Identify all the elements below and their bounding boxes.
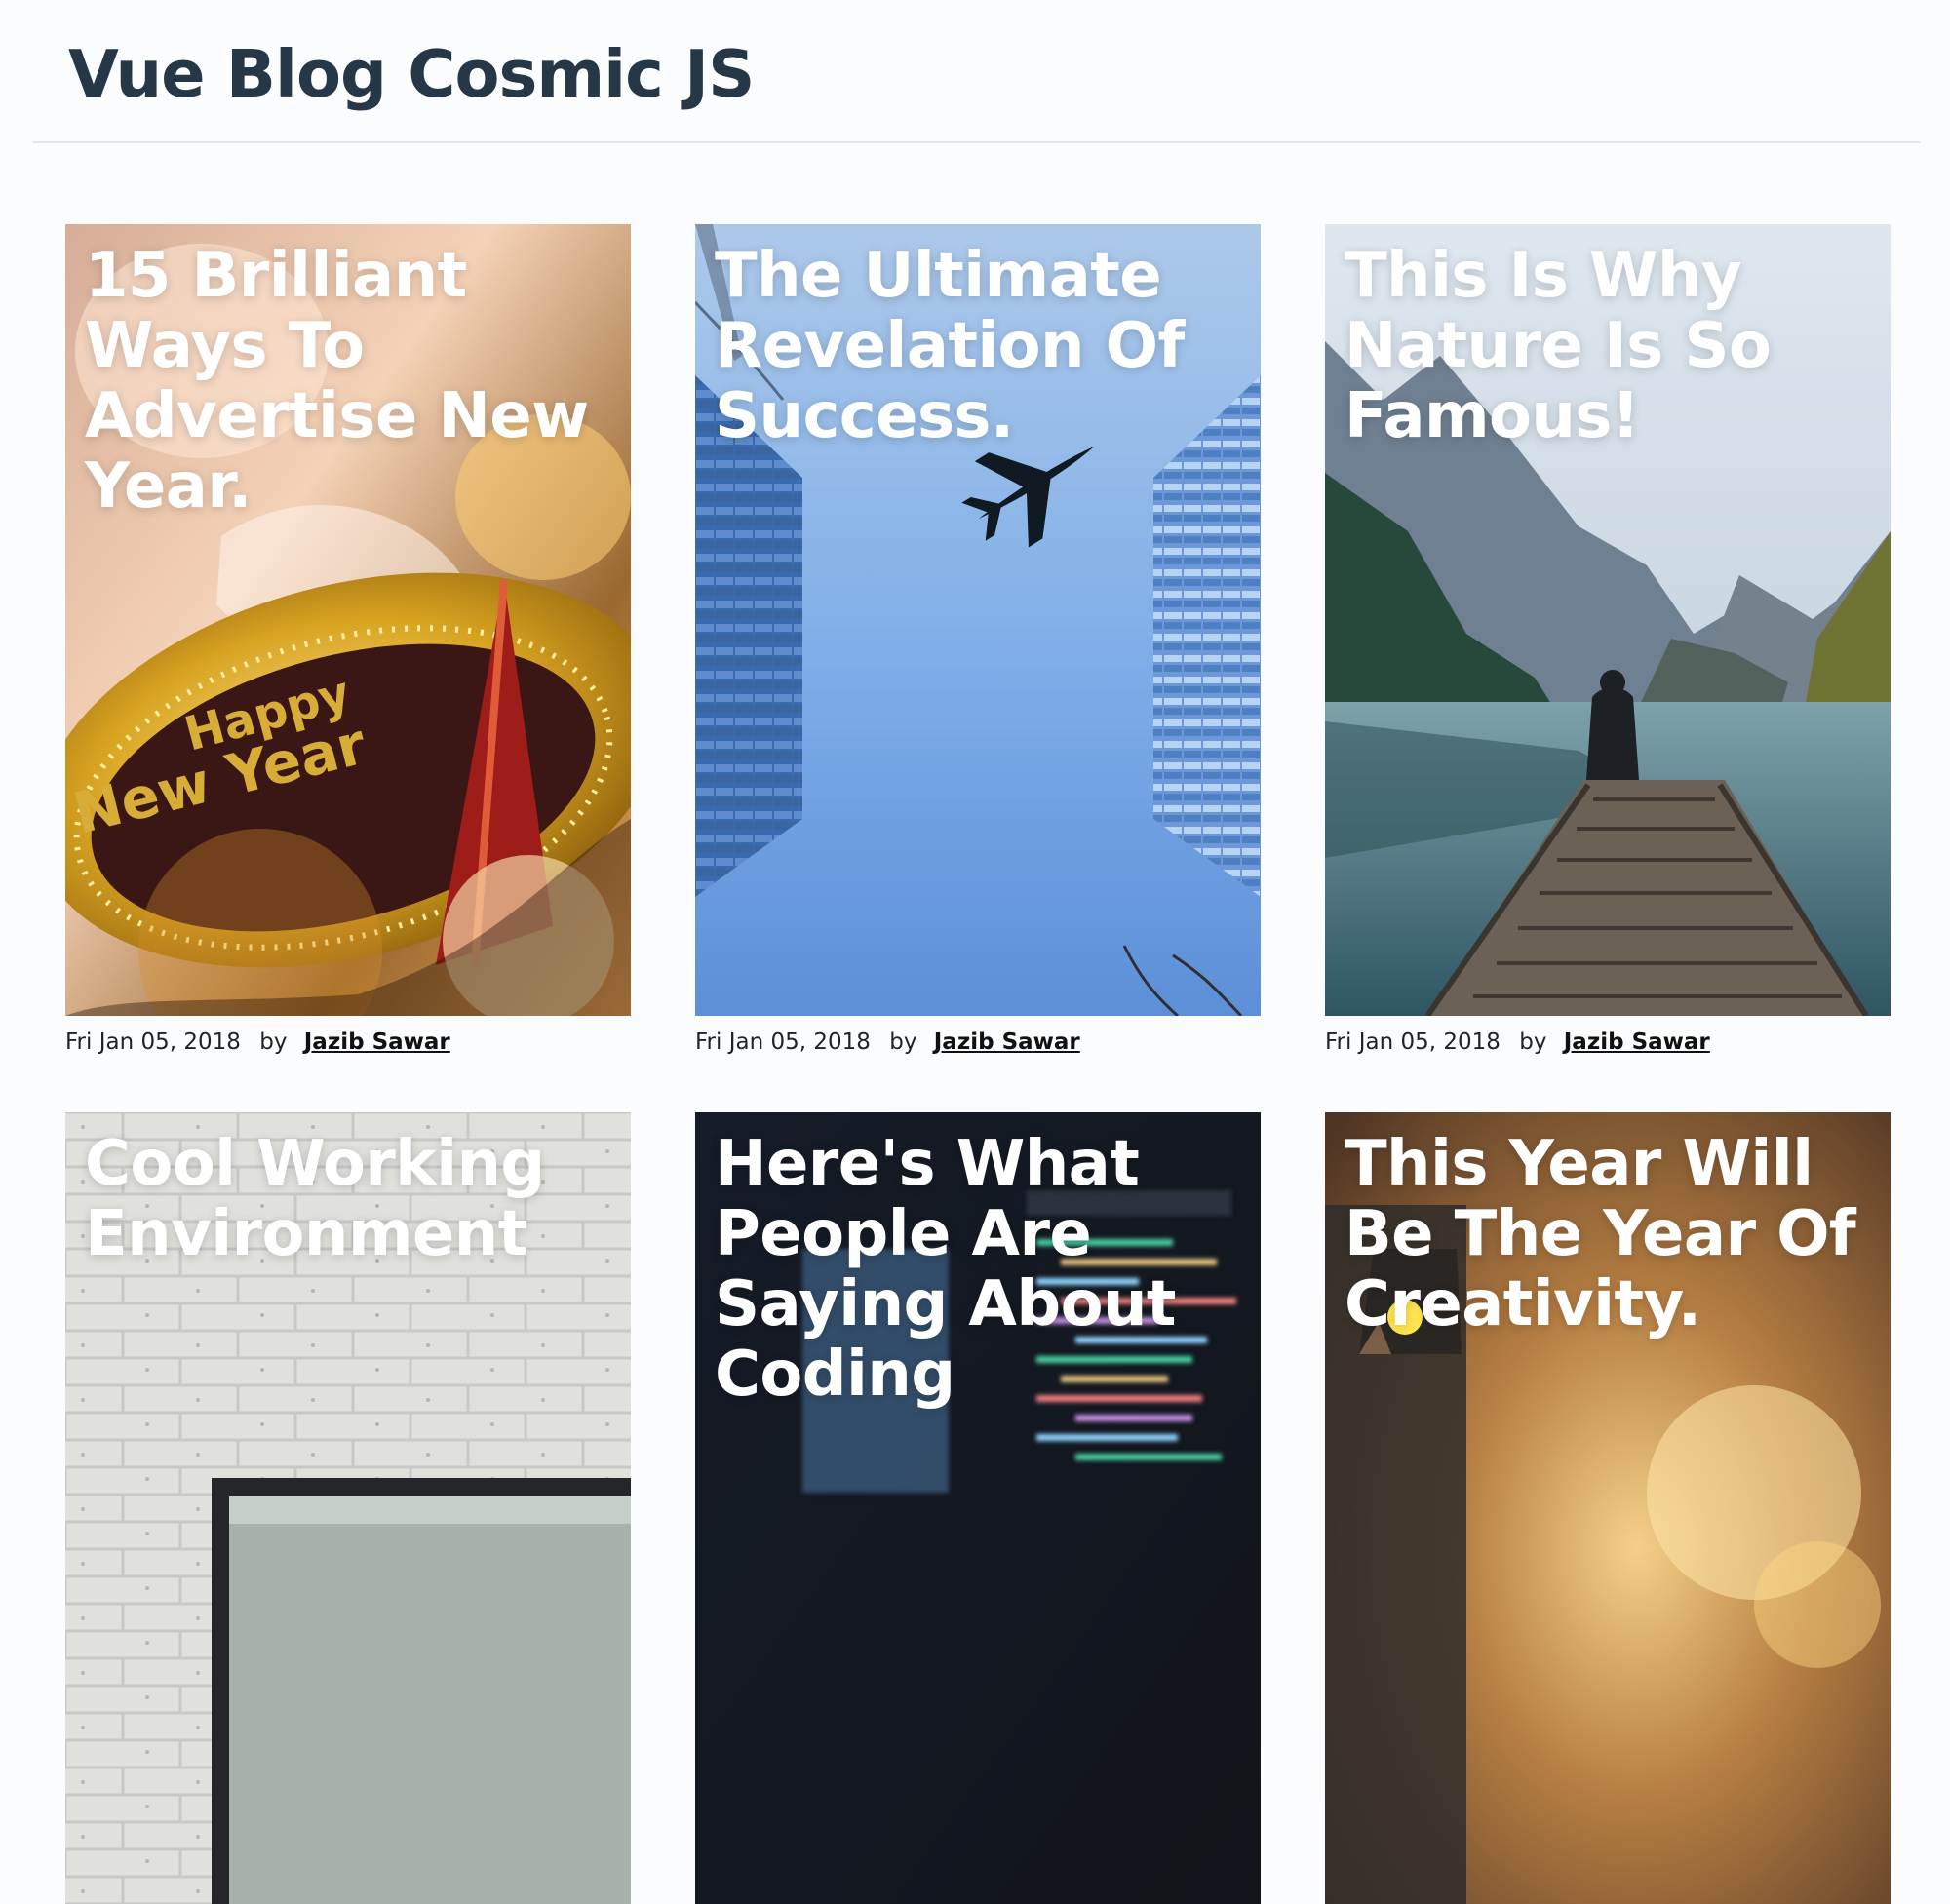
post-meta: Fri Jan 05, 2018 by Jazib Sawar	[65, 1029, 631, 1056]
author-link[interactable]: Jazib Sawar	[1564, 1030, 1710, 1055]
post-title[interactable]: Cool Working Environment	[85, 1129, 611, 1269]
post-thumbnail-link[interactable]: This Year Will Be The Year Of Creativity…	[1325, 1112, 1891, 1904]
post-meta: Fri Jan 05, 2018 by Jazib Sawar	[695, 1029, 1261, 1056]
post-date: Fri Jan 05, 2018	[695, 1030, 871, 1055]
post-card: This Is Why Nature Is So Famous! Fri Jan…	[1325, 224, 1891, 1056]
author-link[interactable]: Jazib Sawar	[304, 1030, 450, 1055]
site-header: Vue Blog Cosmic JS	[33, 0, 1921, 143]
post-title[interactable]: 15 Brilliant Ways To Advertise New Year.	[85, 241, 611, 522]
post-thumbnail-link[interactable]: This Is Why Nature Is So Famous!	[1325, 224, 1891, 1016]
post-card: Here's What People Are Saying About Codi…	[695, 1112, 1261, 1904]
post-title[interactable]: The Ultimate Revelation Of Success.	[715, 241, 1241, 451]
post-by-label: by	[259, 1030, 288, 1055]
post-card: Cool Working Environment	[65, 1112, 631, 1904]
post-by-label: by	[889, 1030, 917, 1055]
post-title[interactable]: This Is Why Nature Is So Famous!	[1345, 241, 1871, 451]
post-date: Fri Jan 05, 2018	[1325, 1030, 1501, 1055]
post-date: Fri Jan 05, 2018	[65, 1030, 241, 1055]
posts-grid: Happy New Year 15 Brilliant Ways To Adve…	[65, 224, 1891, 1904]
post-thumbnail-link[interactable]: The Ultimate Revelation Of Success.	[695, 224, 1261, 1016]
site-title[interactable]: Vue Blog Cosmic JS	[68, 33, 755, 115]
post-title[interactable]: Here's What People Are Saying About Codi…	[715, 1129, 1241, 1410]
post-thumbnail-link[interactable]: Cool Working Environment	[65, 1112, 631, 1904]
author-link[interactable]: Jazib Sawar	[934, 1030, 1080, 1055]
post-meta: Fri Jan 05, 2018 by Jazib Sawar	[1325, 1029, 1891, 1056]
post-thumbnail-link[interactable]: Happy New Year 15 Brilliant Ways To Adve…	[65, 224, 631, 1016]
post-card: This Year Will Be The Year Of Creativity…	[1325, 1112, 1891, 1904]
post-card: The Ultimate Revelation Of Success. Fri …	[695, 224, 1261, 1056]
post-title[interactable]: This Year Will Be The Year Of Creativity…	[1345, 1129, 1871, 1340]
post-thumbnail-link[interactable]: Here's What People Are Saying About Codi…	[695, 1112, 1261, 1904]
post-by-label: by	[1519, 1030, 1547, 1055]
post-card: Happy New Year 15 Brilliant Ways To Adve…	[65, 224, 631, 1056]
